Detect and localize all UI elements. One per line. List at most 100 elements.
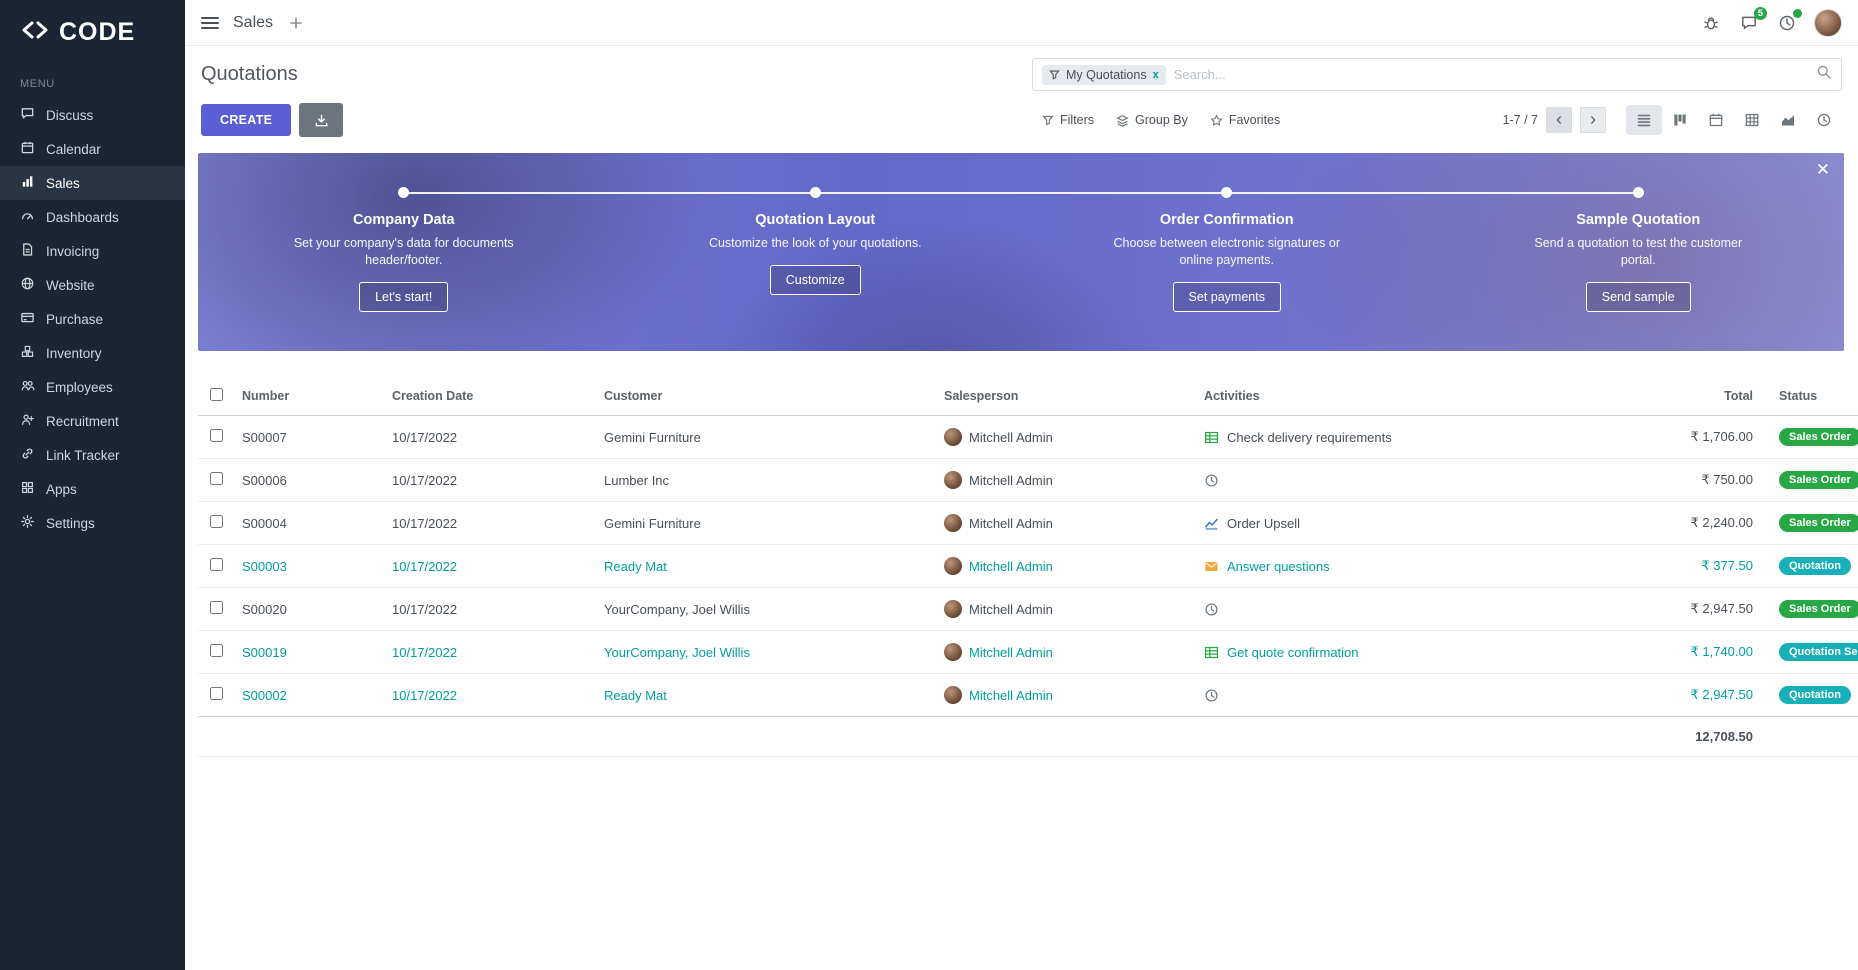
- col-customer[interactable]: Customer: [596, 377, 936, 416]
- layers-icon: [1116, 114, 1129, 127]
- topbar: Sales 5: [185, 0, 1858, 46]
- sidebar-item-purchase[interactable]: Purchase: [0, 302, 185, 336]
- sidebar-item-calendar[interactable]: Calendar: [0, 132, 185, 166]
- row-checkbox[interactable]: [210, 687, 223, 700]
- activity-clock-icon[interactable]: [1776, 12, 1798, 34]
- sidebar-item-apps[interactable]: Apps: [0, 472, 185, 506]
- onboarding-banner: ✕ Company Data Set your company's data f…: [198, 153, 1844, 351]
- filter-chip-my-quotations[interactable]: My Quotations x: [1042, 65, 1166, 85]
- funnel-icon: [1049, 69, 1060, 80]
- table-row[interactable]: S00003 10/17/2022 Ready Mat Mitchell Adm…: [198, 545, 1858, 588]
- cell-customer: YourCompany, Joel Willis: [596, 588, 936, 631]
- cell-activities[interactable]: [1196, 588, 1541, 631]
- view-list-button[interactable]: [1626, 105, 1662, 135]
- pager-next-button[interactable]: [1580, 107, 1606, 133]
- sidebar-item-invoicing[interactable]: Invoicing: [0, 234, 185, 268]
- col-activities[interactable]: Activities: [1196, 377, 1541, 416]
- remove-filter-icon[interactable]: x: [1153, 69, 1159, 81]
- quotations-table: Number Creation Date Customer Salesperso…: [198, 377, 1858, 757]
- view-activity-button[interactable]: [1806, 105, 1842, 135]
- table-row[interactable]: S00020 10/17/2022 YourCompany, Joel Will…: [198, 588, 1858, 631]
- cell-status: Quotation Sent: [1771, 631, 1858, 674]
- cell-activities[interactable]: Get quote confirmation: [1196, 631, 1541, 674]
- view-kanban-button[interactable]: [1662, 105, 1698, 135]
- sidebar-item-settings[interactable]: Settings: [0, 506, 185, 540]
- cell-creation-date: 10/17/2022: [384, 588, 596, 631]
- table-row[interactable]: S00019 10/17/2022 YourCompany, Joel Will…: [198, 631, 1858, 674]
- menu-hamburger-icon[interactable]: [201, 17, 219, 29]
- onboarding-step-company-data: Company Data Set your company's data for…: [198, 187, 610, 312]
- calendar-icon: [20, 140, 35, 158]
- table-row[interactable]: S00007 10/17/2022 Gemini Furniture Mitch…: [198, 416, 1858, 459]
- link-icon: [20, 446, 35, 464]
- row-checkbox[interactable]: [210, 429, 223, 442]
- cell-number: S00020: [234, 588, 384, 631]
- inventory-icon: [20, 344, 35, 362]
- sidebar-item-inventory[interactable]: Inventory: [0, 336, 185, 370]
- cell-salesperson: Mitchell Admin: [936, 588, 1196, 631]
- send-sample-button[interactable]: Send sample: [1586, 282, 1691, 312]
- row-checkbox[interactable]: [210, 558, 223, 571]
- apps-icon: [20, 480, 35, 498]
- row-checkbox[interactable]: [210, 644, 223, 657]
- table-row[interactable]: S00004 10/17/2022 Gemini Furniture Mitch…: [198, 502, 1858, 545]
- lets-start-button[interactable]: Let's start!: [359, 282, 448, 312]
- sidebar-item-employees[interactable]: Employees: [0, 370, 185, 404]
- cell-status: Sales Order: [1771, 502, 1858, 545]
- customize-button[interactable]: Customize: [770, 265, 861, 295]
- plus-icon[interactable]: [289, 16, 303, 30]
- cell-status: Quotation: [1771, 545, 1858, 588]
- create-button[interactable]: CREATE: [201, 104, 291, 136]
- sidebar-item-recruitment[interactable]: Recruitment: [0, 404, 185, 438]
- cell-activities[interactable]: [1196, 459, 1541, 502]
- col-total[interactable]: Total: [1541, 377, 1771, 416]
- cell-activities[interactable]: [1196, 674, 1541, 717]
- cell-total: ₹ 377.50: [1541, 545, 1771, 588]
- sidebar-item-website[interactable]: Website: [0, 268, 185, 302]
- pager-previous-button[interactable]: [1546, 107, 1572, 133]
- set-payments-button[interactable]: Set payments: [1173, 282, 1281, 312]
- filters-button[interactable]: Filters: [1042, 113, 1094, 127]
- salesperson-name: Mitchell Admin: [969, 430, 1053, 445]
- messages-icon[interactable]: 5: [1738, 12, 1760, 34]
- app-logo[interactable]: CODE: [0, 0, 185, 64]
- table-row[interactable]: S00006 10/17/2022 Lumber Inc Mitchell Ad…: [198, 459, 1858, 502]
- table-row[interactable]: S00002 10/17/2022 Ready Mat Mitchell Adm…: [198, 674, 1858, 717]
- export-button[interactable]: [299, 103, 343, 137]
- view-graph-button[interactable]: [1770, 105, 1806, 135]
- select-all-checkbox[interactable]: [210, 388, 223, 401]
- col-salesperson[interactable]: Salesperson: [936, 377, 1196, 416]
- code-logo-icon: [20, 20, 50, 45]
- row-checkbox[interactable]: [210, 472, 223, 485]
- sidebar-item-sales[interactable]: Sales: [0, 166, 185, 200]
- sidebar-item-dashboards[interactable]: Dashboards: [0, 200, 185, 234]
- table-header-row: Number Creation Date Customer Salesperso…: [198, 377, 1858, 416]
- row-checkbox[interactable]: [210, 515, 223, 528]
- search-bar[interactable]: My Quotations x: [1032, 58, 1842, 91]
- view-calendar-button[interactable]: [1698, 105, 1734, 135]
- banner-close-icon[interactable]: ✕: [1816, 161, 1830, 178]
- group-by-button[interactable]: Group By: [1116, 113, 1188, 127]
- cell-total: ₹ 2,947.50: [1541, 588, 1771, 631]
- view-switcher: [1626, 105, 1842, 135]
- favorites-button[interactable]: Favorites: [1210, 113, 1280, 127]
- status-badge: Sales Order: [1779, 600, 1858, 618]
- sidebar-item-link-tracker[interactable]: Link Tracker: [0, 438, 185, 472]
- col-number[interactable]: Number: [234, 377, 384, 416]
- control-panel: Quotations My Quotations x CREATE: [185, 46, 1858, 145]
- cell-creation-date: 10/17/2022: [384, 631, 596, 674]
- view-pivot-button[interactable]: [1734, 105, 1770, 135]
- cell-activities[interactable]: Check delivery requirements: [1196, 416, 1541, 459]
- search-input[interactable]: [1174, 67, 1808, 82]
- user-avatar[interactable]: [1814, 9, 1842, 37]
- cell-salesperson: Mitchell Admin: [936, 416, 1196, 459]
- search-icon[interactable]: [1816, 64, 1832, 85]
- debug-icon[interactable]: [1700, 12, 1722, 34]
- row-checkbox[interactable]: [210, 601, 223, 614]
- col-status[interactable]: Status: [1771, 377, 1858, 416]
- cell-activities[interactable]: Answer questions: [1196, 545, 1541, 588]
- salesperson-avatar: [944, 514, 962, 532]
- sidebar-item-discuss[interactable]: Discuss: [0, 98, 185, 132]
- cell-activities[interactable]: Order Upsell: [1196, 502, 1541, 545]
- col-creation-date[interactable]: Creation Date: [384, 377, 596, 416]
